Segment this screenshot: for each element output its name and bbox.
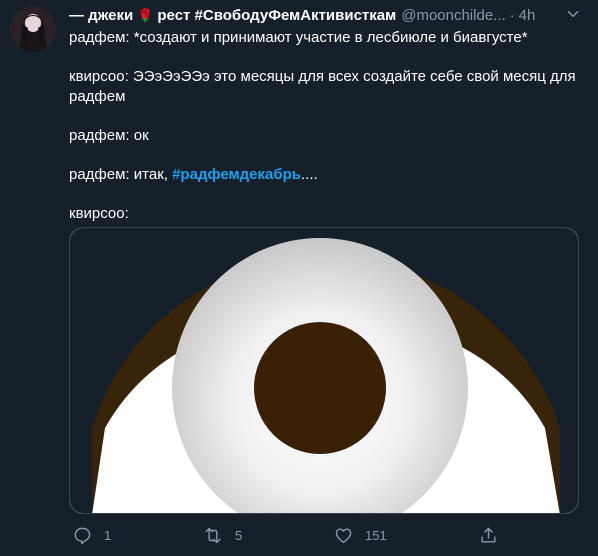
text-fragment: .... — [301, 166, 318, 183]
share-icon — [481, 527, 496, 543]
text-fragment: радфем: итак, — [69, 166, 173, 183]
text-line: радфем: ок — [69, 127, 149, 144]
separator-dot: · — [509, 7, 515, 24]
retweet-button[interactable]: 5 — [203, 526, 242, 545]
tweet-image[interactable] — [69, 227, 579, 514]
display-name[interactable]: — джеки — [69, 7, 133, 25]
text-line-with-hashtag: радфем: итак, #радфемдекабрь.... — [69, 165, 584, 185]
tweet-text: радфем: *создают и принимают участие в л… — [69, 28, 584, 224]
avatar[interactable] — [10, 6, 56, 52]
text-line: радфем: *создают и принимают участие в л… — [69, 29, 528, 46]
tweet-actions: 1 5 151 — [69, 524, 589, 546]
retweet-count: 5 — [235, 527, 243, 543]
user-handle[interactable]: @moonchilde... — [401, 7, 505, 25]
iris — [254, 322, 386, 454]
rose-icon: 🌹 — [137, 8, 154, 23]
display-name-suffix[interactable]: рест #СвободуФемАктивисткам — [157, 7, 396, 25]
reply-icon — [74, 527, 91, 544]
reply-button[interactable]: 1 — [73, 526, 111, 545]
share-button[interactable] — [479, 526, 498, 545]
like-button[interactable]: 151 — [334, 526, 387, 545]
chevron-down-icon — [567, 11, 579, 17]
tweet-header: — джеки 🌹 рест #СвободуФемАктивисткам @m… — [69, 7, 535, 25]
timestamp[interactable]: 4h — [519, 7, 536, 25]
like-icon — [335, 527, 352, 543]
retweet-icon — [205, 527, 221, 543]
more-options-button[interactable] — [562, 5, 584, 25]
hashtag-link[interactable]: #радфемдекабрь — [172, 166, 301, 183]
text-line: квирсоо: ЭЭэЭэЭЭэ это месяцы для всех со… — [69, 68, 576, 105]
tweet: — джеки 🌹 рест #СвободуФемАктивисткам @m… — [0, 0, 598, 556]
reply-count: 1 — [104, 527, 112, 543]
like-count: 151 — [365, 527, 387, 543]
text-line: квирсоо: — [69, 205, 129, 222]
